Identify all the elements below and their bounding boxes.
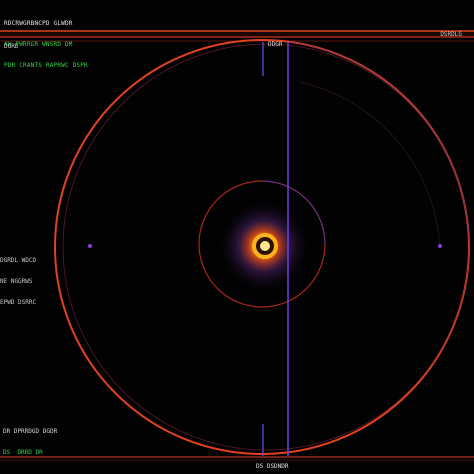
- left-readout-line-2: NE NGGRWS: [0, 278, 33, 285]
- outer-orbit-trail-arc: [289, 41, 471, 251]
- left-orbit-marker[interactable]: [88, 244, 92, 248]
- bottom-left-line-1: DR DPRRDGD DGDR: [3, 428, 58, 435]
- core-center: [260, 241, 270, 251]
- middle-orbit-arc: [299, 81, 441, 251]
- bar-right-label: DSRDLG: [440, 31, 462, 38]
- left-readout-line-3: EPWD DSRRC: [0, 299, 37, 306]
- orbital-display-screen: RDCRWGRBNCPD GLWDR AW PWRRGR WNSRD DM PD…: [0, 0, 474, 474]
- left-readout-line-1: DGRDL WDCD: [0, 257, 37, 264]
- right-orbit-marker[interactable]: [438, 244, 442, 248]
- left-side-readout: DGRDL WDCD NE NGGRWS EPWD DSRRC: [0, 243, 36, 320]
- scanline-top-label: DDGR: [268, 41, 283, 48]
- telemetry-line-1: RDCRWGRBNCPD GLWDR: [4, 20, 73, 27]
- bottom-center-label: DS DSDNDR: [256, 463, 289, 470]
- bar-left-label: DGRD: [4, 43, 19, 50]
- bottom-left-line-2: DS DRRD DR: [3, 449, 43, 456]
- bottom-left-readout: DR DPRRDGD DGDR DS DRRD DR: [3, 414, 57, 470]
- telemetry-line-3: PDR CRANTS RAPRWC DSPR: [4, 62, 88, 69]
